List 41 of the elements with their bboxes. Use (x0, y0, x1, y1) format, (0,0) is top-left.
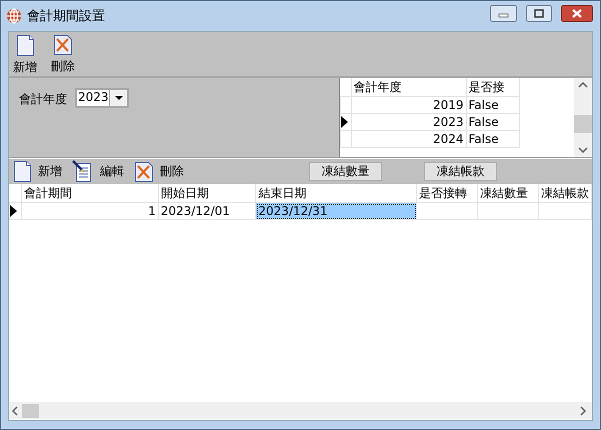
table-cell: 2024 (351, 130, 466, 148)
new-button[interactable]: 新增 (13, 160, 62, 183)
table-cell: False (466, 130, 519, 148)
freeze-button[interactable]: 凍結帳款 (424, 162, 497, 181)
column-header[interactable]: 凍結帳款 (538, 184, 592, 202)
table-cell: 2023/12/31 (256, 202, 417, 220)
delete-button[interactable]: 刪除 (134, 160, 184, 182)
caret-icon (114, 96, 122, 100)
table-cell: 2023/12/01 (158, 202, 256, 220)
close-button[interactable] (561, 4, 593, 22)
table-cell: 2019 (351, 96, 466, 114)
minimize-button[interactable] (490, 4, 517, 22)
cross-icon (53, 34, 73, 56)
maximize-button[interactable] (526, 4, 552, 22)
table-cell: False (466, 114, 519, 130)
document-icon (13, 160, 32, 183)
column-header[interactable]: 開始日期 (158, 184, 256, 202)
freeze-button[interactable]: 凍結數量 (309, 162, 382, 181)
delete-button[interactable]: 刪除 (51, 34, 75, 75)
table-cell: False (466, 96, 519, 114)
edit-button[interactable]: 編輯 (72, 160, 124, 183)
column-header[interactable]: 凍結數量 (478, 184, 538, 202)
new-button[interactable]: 新增 (13, 34, 37, 76)
globe-icon (6, 8, 22, 24)
window-title: 會計期間設置 (27, 8, 105, 25)
scroll-down-icon[interactable] (578, 147, 588, 153)
column-header[interactable]: 是否接轉 (416, 184, 478, 202)
column-header[interactable]: 會計期間 (21, 184, 158, 202)
table-cell: 2023 (351, 114, 466, 130)
column-header[interactable]: 會計年度 (351, 78, 466, 96)
table-cell: 1 (21, 202, 158, 220)
year-dropdown[interactable]: 2023 (75, 88, 129, 108)
scroll-up-icon[interactable] (578, 82, 588, 88)
document-icon (16, 34, 34, 57)
cross-icon (134, 160, 154, 182)
scrollbar-thumb[interactable] (22, 404, 39, 418)
scroll-right-icon[interactable] (580, 406, 586, 416)
scrollbar-thumb[interactable] (574, 114, 592, 132)
field-label: 會計年度 (19, 91, 67, 108)
scroll-left-icon[interactable] (12, 406, 18, 416)
column-header[interactable]: 是否接 (466, 78, 519, 96)
